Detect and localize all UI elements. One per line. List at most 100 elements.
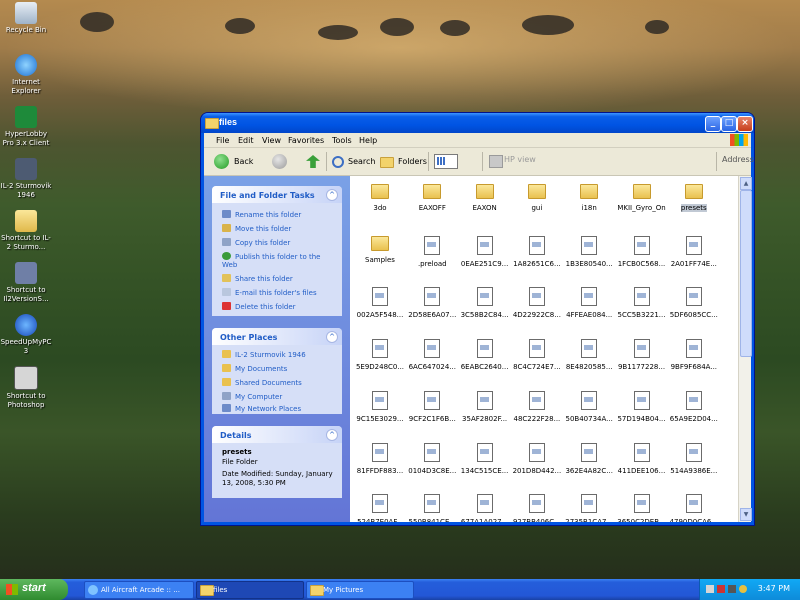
scroll-thumb[interactable] xyxy=(740,190,752,357)
file-item[interactable]: 48C222F28... xyxy=(511,390,563,423)
taskbar-button-files[interactable]: files xyxy=(196,581,304,599)
task-move-folder[interactable]: Move this folder xyxy=(222,224,291,233)
close-button[interactable]: × xyxy=(737,116,753,132)
taskbar-button-my-pictures[interactable]: My Pictures xyxy=(306,581,414,599)
panel-header[interactable]: Other Places ^ xyxy=(212,328,342,345)
title-bar[interactable]: files _ □ × xyxy=(201,113,754,133)
task-email-files[interactable]: E-mail this folder's files xyxy=(222,288,317,297)
minimize-button[interactable]: _ xyxy=(705,116,721,132)
file-item[interactable]: 411DEE106... xyxy=(616,442,668,475)
file-item[interactable]: 0104D3C8E... xyxy=(406,442,458,475)
task-publish-folder[interactable]: Publish this folder to the Web xyxy=(222,252,332,269)
vertical-scrollbar[interactable]: ▲ ▼ xyxy=(738,176,752,522)
task-share-folder[interactable]: Share this folder xyxy=(222,274,293,283)
desktop-icon-internet-explorer[interactable]: Internet Explorer xyxy=(0,54,52,96)
maximize-button[interactable]: □ xyxy=(721,116,737,132)
file-item[interactable]: 3C58B2C84... xyxy=(459,287,511,319)
file-item[interactable]: 5CC5B3221... xyxy=(616,287,668,319)
file-item[interactable]: 50B40734A... xyxy=(563,390,615,423)
menu-tools[interactable]: Tools xyxy=(332,136,352,145)
clock[interactable]: 3:47 PM xyxy=(758,584,790,593)
file-item[interactable]: 6EABC2640... xyxy=(459,339,511,371)
file-item[interactable]: 81FFDF883... xyxy=(354,442,406,475)
file-item[interactable]: 1FCB0C568... xyxy=(616,235,668,268)
desktop-icon-il2[interactable]: IL-2 Sturmovik 1946 xyxy=(0,158,52,200)
folder-item[interactable]: MKII_Gyro_On xyxy=(616,184,668,212)
folders-button[interactable]: Folders xyxy=(380,152,430,171)
desktop-icon-shortcut-il2version[interactable]: Shortcut to Il2VersionS... xyxy=(0,262,52,304)
desktop-icon-recycle-bin[interactable]: Recycle Bin xyxy=(0,2,52,35)
file-item[interactable]: 677A1A027... xyxy=(459,494,511,522)
file-item[interactable]: 2735B1CA7... xyxy=(563,494,615,522)
task-copy-folder[interactable]: Copy this folder xyxy=(222,238,290,247)
back-button[interactable]: Back xyxy=(214,152,264,171)
folder-item[interactable]: i18n xyxy=(563,184,615,212)
file-item[interactable]: 002A5F548... xyxy=(354,287,406,319)
file-item[interactable]: 9CF2C1F6B... xyxy=(406,390,458,423)
file-item[interactable]: 2D58E6A07... xyxy=(406,287,458,319)
desktop-icon-speedupmypc[interactable]: SpeedUpMyPC 3 xyxy=(0,314,52,356)
place-my-network-places[interactable]: My Network Places xyxy=(222,404,301,413)
task-rename-folder[interactable]: Rename this folder xyxy=(222,210,301,219)
file-item[interactable]: 4D22922C8... xyxy=(511,287,563,319)
desktop-icon-shortcut-il2-folder[interactable]: Shortcut to IL-2 Sturmo... xyxy=(0,210,52,252)
file-item[interactable]: 65A9E2D04... xyxy=(668,390,720,423)
file-item[interactable]: 35AF2802F... xyxy=(459,390,511,423)
task-delete-folder[interactable]: Delete this folder xyxy=(222,302,296,311)
file-item[interactable]: 6AC647024... xyxy=(406,339,458,371)
file-item[interactable]: 1B3E80540... xyxy=(563,235,615,268)
address-label[interactable]: Address xyxy=(722,155,754,164)
file-item[interactable]: 5E9D248C0... xyxy=(354,339,406,371)
file-item[interactable]: 0EAE251C9... xyxy=(459,235,511,268)
tray-icon[interactable] xyxy=(706,585,714,593)
menu-favorites[interactable]: Favorites xyxy=(288,136,324,145)
file-item[interactable]: 362E4A82C... xyxy=(563,442,615,475)
file-item[interactable]: 550B841CE... xyxy=(406,494,458,522)
tray-icon[interactable] xyxy=(717,585,725,593)
file-item[interactable]: 4790D0CA6... xyxy=(668,494,720,522)
file-item[interactable]: .preload xyxy=(406,235,458,268)
search-button[interactable]: Search xyxy=(332,152,380,171)
place-shared-documents[interactable]: Shared Documents xyxy=(222,378,302,387)
file-item[interactable]: 927BB406C... xyxy=(511,494,563,522)
collapse-chevron-icon[interactable]: ^ xyxy=(326,429,338,441)
file-item[interactable]: 4FFEAE084... xyxy=(563,287,615,319)
menu-edit[interactable]: Edit xyxy=(238,136,254,145)
tray-icon[interactable] xyxy=(739,585,747,593)
file-item[interactable]: 2A01FF74E... xyxy=(668,235,720,268)
desktop-icon-photoshop[interactable]: Shortcut to Photoshop xyxy=(0,366,52,410)
scroll-down-arrow-icon[interactable]: ▼ xyxy=(740,508,752,521)
hp-view-button[interactable]: HP view xyxy=(504,155,536,164)
file-item[interactable]: 57D194B04... xyxy=(616,390,668,423)
desktop-icon-hyperlobby[interactable]: HyperLobby Pro 3.x Client xyxy=(0,106,52,148)
file-item[interactable]: 3650C2DEB... xyxy=(616,494,668,522)
up-folder-icon[interactable] xyxy=(306,155,320,168)
panel-header[interactable]: Details ^ xyxy=(212,426,342,443)
folder-item[interactable]: Samples xyxy=(354,235,406,264)
views-button[interactable] xyxy=(434,154,458,169)
start-button[interactable]: start xyxy=(0,579,68,600)
file-item[interactable]: 9B1177228... xyxy=(616,339,668,371)
file-item[interactable]: 524B7E0AF... xyxy=(354,494,406,522)
folder-item[interactable]: presets xyxy=(668,184,720,212)
file-item[interactable]: 5DF6085CC... xyxy=(668,287,720,319)
file-item[interactable]: 134C515CE... xyxy=(459,442,511,475)
collapse-chevron-icon[interactable]: ^ xyxy=(326,189,338,201)
panel-header[interactable]: File and Folder Tasks ^ xyxy=(212,186,342,203)
menu-help[interactable]: Help xyxy=(359,136,377,145)
taskbar-button-arcade[interactable]: All Aircraft Arcade :: ... xyxy=(84,581,194,599)
folder-item[interactable]: EAXON xyxy=(459,184,511,212)
folder-item[interactable]: 3do xyxy=(354,184,406,212)
file-item[interactable]: 201D8D442... xyxy=(511,442,563,475)
file-item[interactable]: 1A82651C6... xyxy=(511,235,563,268)
file-item[interactable]: 8C4C724E7... xyxy=(511,339,563,371)
forward-button[interactable] xyxy=(272,154,287,169)
file-item[interactable]: 514A9386E... xyxy=(668,442,720,475)
file-item[interactable]: 9C15E3029... xyxy=(354,390,406,423)
scroll-up-arrow-icon[interactable]: ▲ xyxy=(740,177,752,190)
collapse-chevron-icon[interactable]: ^ xyxy=(326,331,338,343)
file-item[interactable]: 9BF9F684A... xyxy=(668,339,720,371)
folder-item[interactable]: gui xyxy=(511,184,563,212)
place-my-documents[interactable]: My Documents xyxy=(222,364,287,373)
place-il2[interactable]: IL-2 Sturmovik 1946 xyxy=(222,350,306,359)
